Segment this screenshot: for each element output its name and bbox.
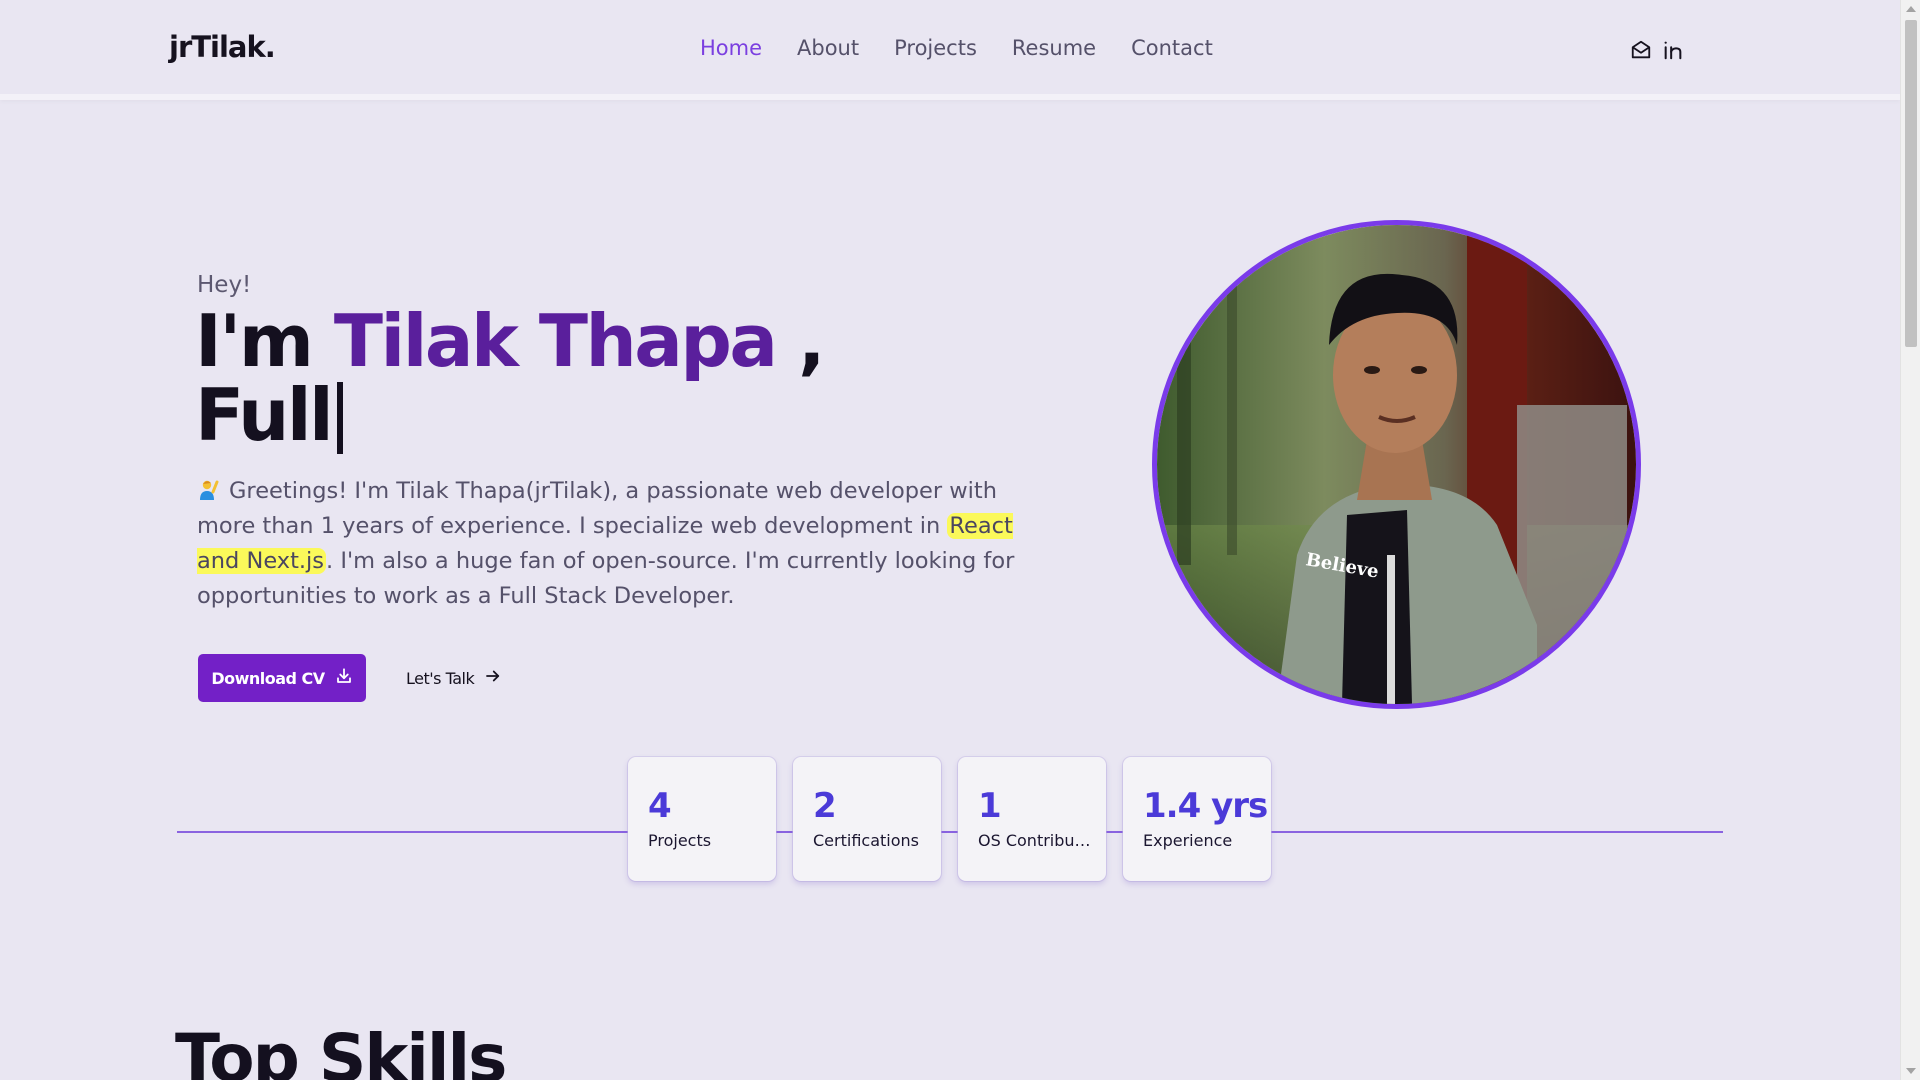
navbar: jrTilak. Home About Projects Resume Cont… xyxy=(0,0,1900,100)
download-icon xyxy=(335,667,353,689)
social-links xyxy=(1630,39,1684,61)
nav-link-contact[interactable]: Contact xyxy=(1131,36,1213,60)
stat-card-experience: 1.4 yrs Experience xyxy=(1123,757,1271,881)
stat-label: Certifications xyxy=(813,831,919,850)
download-cv-label: Download CV xyxy=(211,668,325,688)
mail-icon[interactable] xyxy=(1630,39,1652,61)
stat-card-os-contributions: 1 OS Contribut... xyxy=(958,757,1106,881)
hero-title: I'm Tilak Thapa , Full xyxy=(195,304,825,457)
arrow-right-icon xyxy=(484,667,502,689)
stat-value: 4 xyxy=(648,786,672,826)
download-cv-button[interactable]: Download CV xyxy=(198,654,366,702)
hero-description: Greetings! I'm Tilak Thapa(jrTilak), a p… xyxy=(197,474,1047,614)
typing-cursor xyxy=(337,382,344,454)
stats-row: 4 Projects 2 Certifications 1 OS Contrib… xyxy=(628,757,1271,881)
scroll-down-arrow-icon[interactable] xyxy=(1906,1068,1916,1074)
hero-name: Tilak Thapa xyxy=(333,299,778,383)
linkedin-icon[interactable] xyxy=(1662,39,1684,61)
nav-link-home[interactable]: Home xyxy=(700,36,762,60)
nav-link-resume[interactable]: Resume xyxy=(1012,36,1096,60)
wave-emoji-icon xyxy=(197,478,221,502)
stat-card-projects: 4 Projects xyxy=(628,757,776,881)
nav-menu: Home About Projects Resume Contact xyxy=(700,36,1213,60)
scroll-thumb[interactable] xyxy=(1905,20,1917,347)
lets-talk-label: Let's Talk xyxy=(406,668,475,688)
stat-label: Projects xyxy=(648,831,712,850)
nav-link-projects[interactable]: Projects xyxy=(894,36,977,60)
page-scrollbar[interactable] xyxy=(1900,0,1920,1080)
typed-role: Full xyxy=(195,373,334,457)
skills-section-title: Top Skills xyxy=(175,1020,507,1080)
stat-label: OS Contribut... xyxy=(978,831,1096,850)
stat-value: 1 xyxy=(978,786,1002,826)
page: jrTilak. Home About Projects Resume Cont… xyxy=(0,0,1920,1080)
site-logo[interactable]: jrTilak. xyxy=(169,30,276,64)
title-prefix: I'm xyxy=(195,299,334,383)
desc-text-before: Greetings! I'm Tilak Thapa(jrTilak), a p… xyxy=(197,478,997,539)
hero-greeting: Hey! xyxy=(197,272,252,298)
nav-link-about[interactable]: About xyxy=(797,36,859,60)
stat-value: 2 xyxy=(813,786,837,826)
stat-label: Experience xyxy=(1143,831,1233,850)
lets-talk-button[interactable]: Let's Talk xyxy=(406,654,502,702)
profile-photo: Believe xyxy=(1152,220,1641,709)
title-comma: , xyxy=(775,299,825,383)
stat-card-certifications: 2 Certifications xyxy=(793,757,941,881)
scroll-up-arrow-icon[interactable] xyxy=(1906,6,1916,12)
stat-value: 1.4 yrs xyxy=(1143,786,1268,826)
